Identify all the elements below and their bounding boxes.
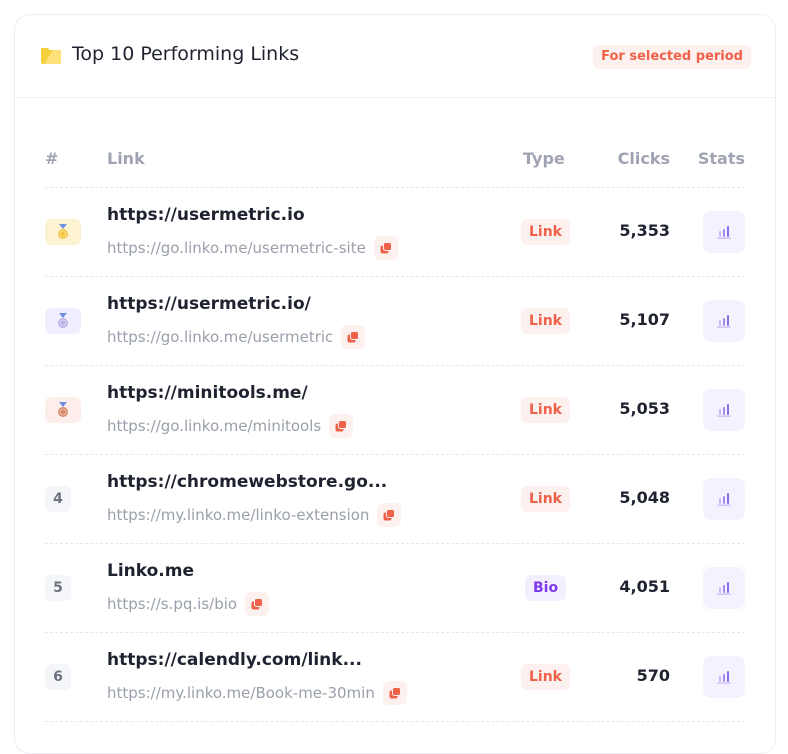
stats-button[interactable] xyxy=(703,211,745,253)
copy-icon xyxy=(335,420,348,432)
medal-icon xyxy=(58,224,68,239)
short-url: https://s.pq.is/bio xyxy=(107,592,270,616)
rank-badge: 5 xyxy=(45,575,71,601)
rank-badge xyxy=(45,308,81,334)
short-url-text[interactable]: https://go.linko.me/minitools xyxy=(107,417,321,435)
link-title[interactable]: https://calendly.com/link... xyxy=(107,650,362,670)
type-badge: Link xyxy=(521,664,570,690)
folder-icon xyxy=(41,48,61,64)
short-url: https://go.linko.me/usermetric-site xyxy=(107,236,398,260)
clicks-count: 5,107 xyxy=(619,310,670,329)
medal-icon xyxy=(58,313,68,328)
card-header: Top 10 Performing Links For selected per… xyxy=(15,15,775,98)
column-header-stats: Stats xyxy=(697,149,745,168)
copy-button[interactable] xyxy=(382,681,407,705)
copy-icon xyxy=(383,509,396,521)
short-url: https://go.linko.me/usermetric xyxy=(107,325,366,349)
rank-badge xyxy=(45,219,81,245)
bar-chart-icon xyxy=(717,671,731,684)
link-title[interactable]: Linko.me xyxy=(107,561,194,581)
clicks-count: 570 xyxy=(636,666,670,685)
bar-chart-icon xyxy=(717,315,731,328)
copy-button[interactable] xyxy=(341,325,366,349)
short-url: https://my.linko.me/linko-extension xyxy=(107,503,402,527)
table-row: https://usermetric.io https://go.linko.m… xyxy=(45,188,745,277)
clicks-count: 4,051 xyxy=(619,577,670,596)
copy-button[interactable] xyxy=(373,236,398,260)
stats-button[interactable] xyxy=(703,567,745,609)
copy-button[interactable] xyxy=(377,503,402,527)
short-url: https://my.linko.me/Book-me-30min xyxy=(107,681,407,705)
short-url-text[interactable]: https://my.linko.me/Book-me-30min xyxy=(107,684,375,702)
short-url-text[interactable]: https://s.pq.is/bio xyxy=(107,595,237,613)
type-badge: Bio xyxy=(525,575,567,601)
column-header-clicks: Clicks xyxy=(617,149,670,168)
table-row: 6 https://calendly.com/link... https://m… xyxy=(45,633,745,722)
bar-chart-icon xyxy=(717,582,731,595)
link-title[interactable]: https://minitools.me/ xyxy=(107,383,308,403)
stats-button[interactable] xyxy=(703,656,745,698)
medal-icon xyxy=(58,402,68,417)
period-badge: For selected period xyxy=(593,45,751,69)
clicks-count: 5,048 xyxy=(619,488,670,507)
clicks-count: 5,353 xyxy=(619,221,670,240)
stats-button[interactable] xyxy=(703,300,745,342)
table-header: # Link Type Clicks Stats xyxy=(45,140,745,188)
stats-button[interactable] xyxy=(703,478,745,520)
table-row: 5 Linko.me https://s.pq.is/bio Bio 4,051 xyxy=(45,544,745,633)
type-badge: Link xyxy=(521,308,570,334)
short-url: https://go.linko.me/minitools xyxy=(107,414,354,438)
copy-icon xyxy=(251,598,264,610)
copy-icon xyxy=(380,242,392,254)
clicks-count: 5,053 xyxy=(619,399,670,418)
stats-button[interactable] xyxy=(703,389,745,431)
short-url-text[interactable]: https://go.linko.me/usermetric xyxy=(107,328,333,346)
link-title[interactable]: https://usermetric.io xyxy=(107,205,305,225)
bar-chart-icon xyxy=(717,226,731,239)
copy-button[interactable] xyxy=(245,592,270,616)
rank-badge: 4 xyxy=(45,486,71,512)
short-url-text[interactable]: https://go.linko.me/usermetric-site xyxy=(107,239,366,257)
table-row: https://minitools.me/ https://go.linko.m… xyxy=(45,366,745,455)
copy-button[interactable] xyxy=(329,414,354,438)
type-badge: Link xyxy=(521,397,570,423)
type-badge: Link xyxy=(521,219,570,245)
card-title: Top 10 Performing Links xyxy=(72,43,300,65)
links-table: # Link Type Clicks Stats https://usermet… xyxy=(45,140,745,722)
link-title[interactable]: https://chromewebstore.go... xyxy=(107,472,387,492)
top-links-card: Top 10 Performing Links For selected per… xyxy=(14,14,776,754)
bar-chart-icon xyxy=(717,493,731,506)
column-header-rank: # xyxy=(45,149,59,168)
column-header-link: Link xyxy=(107,149,145,168)
column-header-type: Type xyxy=(523,149,565,168)
copy-icon xyxy=(389,687,401,699)
table-body: https://usermetric.io https://go.linko.m… xyxy=(45,188,745,722)
rank-badge: 6 xyxy=(45,664,71,690)
short-url-text[interactable]: https://my.linko.me/linko-extension xyxy=(107,506,369,524)
table-row: https://usermetric.io/ https://go.linko.… xyxy=(45,277,745,366)
bar-chart-icon xyxy=(717,404,731,417)
rank-badge xyxy=(45,397,81,423)
copy-icon xyxy=(347,331,360,343)
table-row: 4 https://chromewebstore.go... https://m… xyxy=(45,455,745,544)
link-title[interactable]: https://usermetric.io/ xyxy=(107,294,311,314)
type-badge: Link xyxy=(521,486,570,512)
